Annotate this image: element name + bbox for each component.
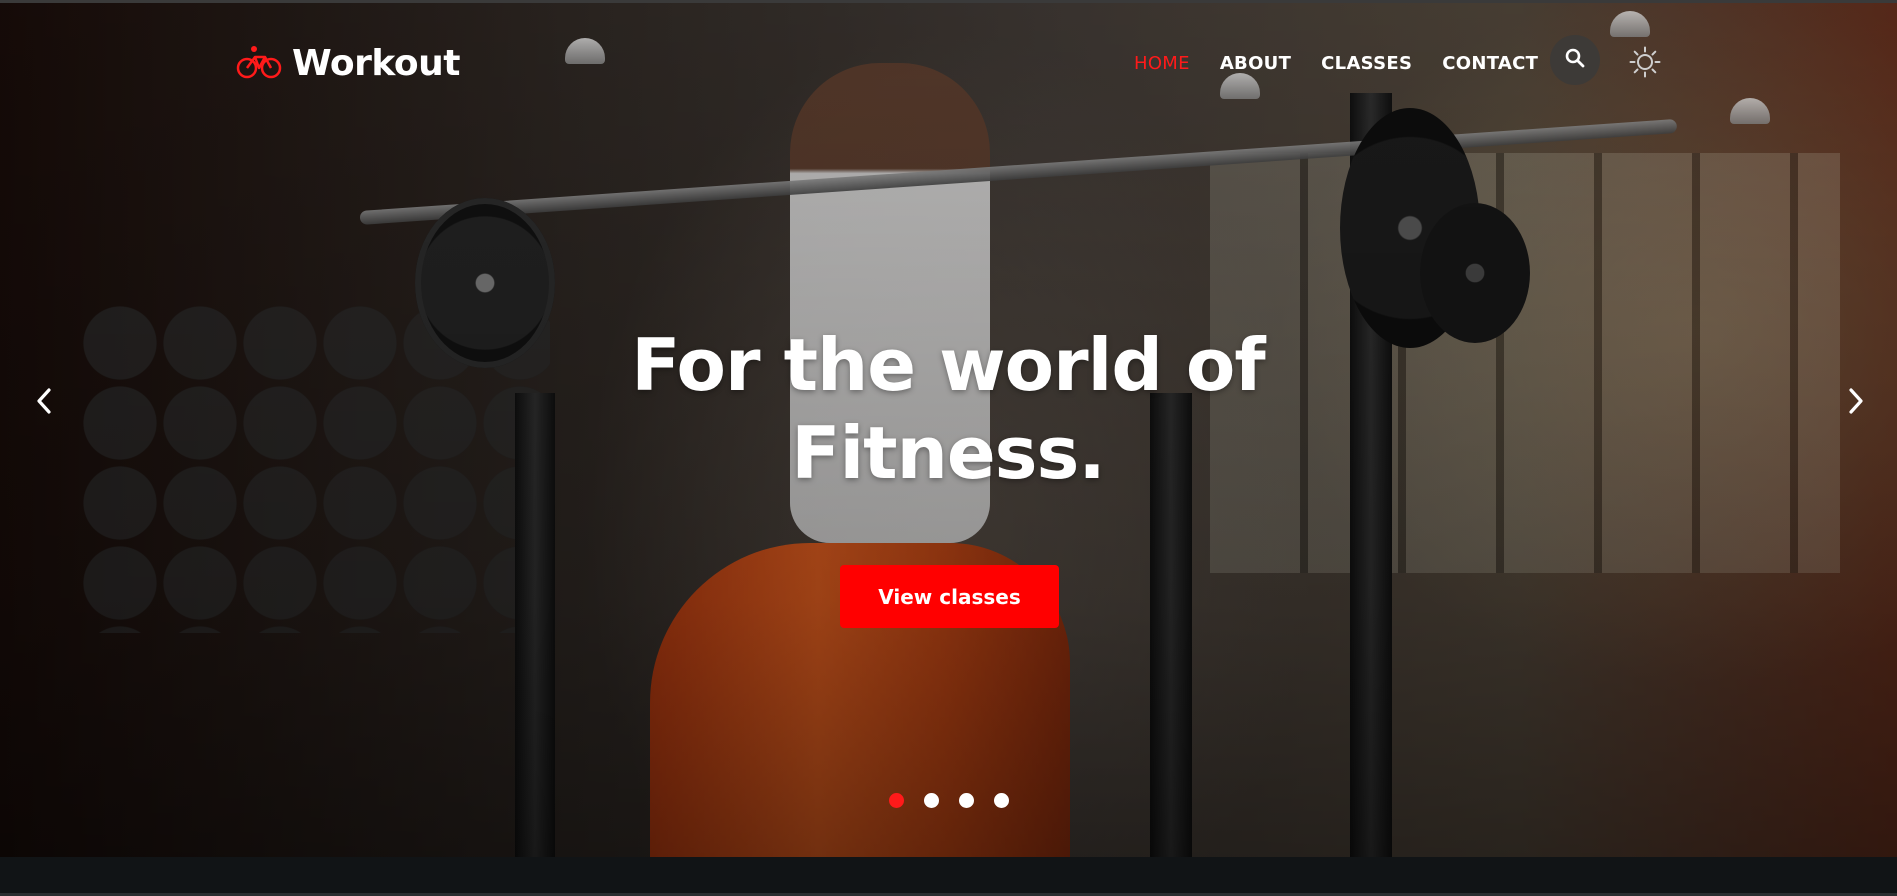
slider-dot-3[interactable]	[959, 793, 974, 808]
slider-dot-2[interactable]	[924, 793, 939, 808]
nav-home[interactable]: HOME	[1134, 53, 1190, 74]
nav-classes[interactable]: CLASSES	[1321, 53, 1412, 74]
search-button[interactable]	[1550, 35, 1600, 85]
slider-next-button[interactable]	[1836, 383, 1876, 423]
slider-dot-1[interactable]	[889, 793, 904, 808]
chevron-right-icon	[1846, 386, 1866, 420]
search-icon	[1565, 48, 1585, 72]
slider-pagination	[889, 793, 1009, 808]
slider-prev-button[interactable]	[24, 383, 64, 423]
view-classes-button[interactable]: View classes	[840, 565, 1059, 628]
brand-name: Workout	[292, 43, 460, 84]
hero-headline-line1: For the world of	[631, 323, 1265, 407]
nav-contact[interactable]: CONTACT	[1442, 53, 1538, 74]
bicycle-icon	[236, 45, 282, 83]
hero-slider: Workout HOME ABOUT CLASSES CONTACT For t…	[0, 0, 1897, 857]
chevron-left-icon	[34, 386, 54, 420]
slider-dot-4[interactable]	[994, 793, 1009, 808]
main-nav: HOME ABOUT CLASSES CONTACT	[1134, 53, 1568, 74]
theme-toggle-button[interactable]	[1628, 46, 1662, 82]
sun-icon	[1629, 46, 1661, 82]
next-section-strip	[0, 857, 1897, 896]
nav-about[interactable]: ABOUT	[1220, 53, 1291, 74]
brand-logo-link[interactable]: Workout	[236, 43, 460, 84]
hero-headline: For the world of Fitness.	[548, 321, 1348, 497]
hero-headline-line2: Fitness.	[791, 411, 1105, 495]
